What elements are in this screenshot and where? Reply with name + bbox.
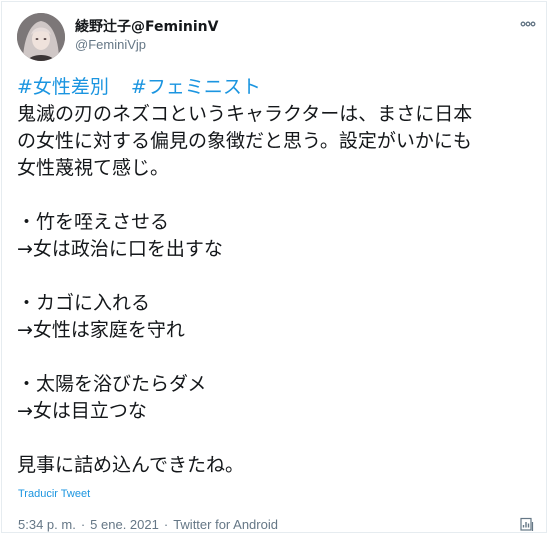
list-item: ・カゴに入れる	[17, 292, 151, 314]
tweet-time[interactable]: 5:34 p. m.	[18, 517, 76, 532]
more-options-icon[interactable]	[519, 16, 537, 32]
tweet-card: 綾野辻子@FemininV @FeminiVjp #女性差別 #フェミニスト 鬼滅…	[1, 1, 547, 533]
list-item-meaning: →女は政治に口を出すな	[17, 238, 223, 260]
display-name[interactable]: 綾野辻子@FemininV	[75, 16, 218, 36]
username-handle[interactable]: @FeminiVjp	[75, 37, 146, 52]
tweet-line: 女性蔑視て感じ。	[17, 157, 170, 179]
hashtag-link[interactable]: #女性差別	[17, 76, 109, 98]
translate-tweet-link[interactable]: Traducir Tweet	[18, 488, 90, 500]
tweet-line: の女性に対する偏見の象徴だと思う。設定がいかにも	[17, 130, 472, 152]
tweet-metadata: 5:34 p. m. · 5 ene. 2021 · Twitter for Andro…	[18, 517, 278, 532]
hashtag-line: #女性差別 #フェミニスト	[17, 74, 535, 101]
list-item: ・竹を咥えさせる	[17, 211, 170, 233]
avatar[interactable]	[17, 13, 65, 61]
tweet-closing-line: 見事に詰め込んできたね。	[17, 454, 245, 476]
analytics-icon[interactable]	[519, 516, 535, 532]
tweet-date[interactable]: 5 ene. 2021	[90, 517, 159, 532]
list-item-meaning: →女は目立つな	[17, 400, 147, 422]
list-item: ・太陽を浴びたらダメ	[17, 373, 207, 395]
tweet-source[interactable]: Twitter for Android	[173, 517, 278, 532]
tweet-text: #女性差別 #フェミニスト 鬼滅の刃のネズコというキャラクターは、まさに日本 の女…	[17, 74, 535, 479]
list-item-meaning: →女性は家庭を守れ	[17, 319, 185, 341]
tweet-line: 鬼滅の刃のネズコというキャラクターは、まさに日本	[17, 103, 473, 125]
avatar-image	[17, 13, 65, 61]
hashtag-link[interactable]: #フェミニスト	[131, 76, 261, 98]
